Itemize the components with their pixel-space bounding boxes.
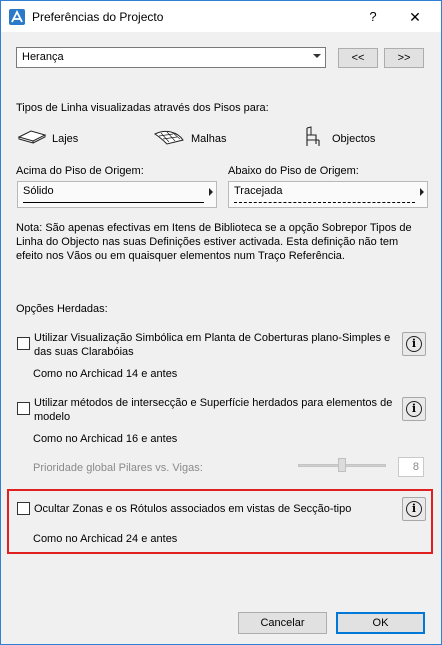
hide-zones-info-button[interactable]: i [402,497,426,521]
info-icon: i [406,401,422,417]
close-button[interactable]: ✕ [405,7,425,27]
roof-symbolic-display-checkbox[interactable] [17,337,30,350]
mesh-icon [154,130,184,145]
archicad-app-icon [9,9,25,25]
above-home-story-label: Acima do Piso de Origem: [16,165,144,177]
info-icon: i [406,336,422,352]
legacy-intersection-label: Utilizar métodos de intersecção e Superf… [34,397,393,423]
preference-category-value: Herança [22,51,64,63]
legacy-intersection-version-note: Como no Archicad 16 e antes [33,433,178,445]
cancel-button[interactable]: Cancelar [238,612,327,634]
column-beam-priority-label: Prioridade global Pilares vs. Vigas: [33,462,203,474]
chevron-down-icon [313,54,321,58]
dashed-line-sample [234,202,415,203]
inherited-options-heading: Opções Herdadas: [16,303,108,315]
hide-zones-label: Ocultar Zonas e os Rótulos associados em… [34,503,352,515]
help-button[interactable]: ? [363,7,383,27]
preferences-dialog: Preferências do Projecto ? ✕ Herança << … [0,0,442,645]
next-page-button[interactable]: >> [384,48,424,68]
solid-line-sample [23,202,204,203]
above-line-type-value: Sólido [23,185,54,197]
line-types-heading: Tipos de Linha visualizadas através dos … [16,102,269,114]
meshes-label: Malhas [191,133,227,145]
legacy-intersection-checkbox[interactable] [17,402,30,415]
roof-symbolic-info-button[interactable]: i [402,332,426,356]
legacy-intersection-info-button[interactable]: i [402,397,426,421]
below-line-type-value: Tracejada [234,185,283,197]
objects-label: Objectos [332,133,376,145]
roof-symbolic-version-note: Como no Archicad 14 e antes [33,368,178,380]
preference-category-select[interactable]: Herança [16,47,326,68]
above-line-type-popup[interactable]: Sólido [17,181,217,208]
below-line-type-popup[interactable]: Tracejada [228,181,428,208]
chevron-right-icon [420,188,424,196]
title-bar[interactable]: Preferências do Projecto ? ✕ [1,1,441,32]
ok-button[interactable]: OK [336,612,425,634]
note-text: Nota: São apenas efectivas em Itens de B… [16,222,412,262]
slab-icon [17,130,47,144]
object-chair-icon [306,126,320,146]
priority-slider-thumb[interactable] [338,458,346,472]
info-icon: i [406,501,422,517]
below-home-story-label: Abaixo do Piso de Origem: [228,165,359,177]
priority-value-field[interactable]: 8 [398,457,424,477]
dialog-body: Herança << >> Tipos de Linha visualizada… [1,32,441,644]
previous-page-button[interactable]: << [338,48,378,68]
chevron-right-icon [209,188,213,196]
hide-zones-version-note: Como no Archicad 24 e antes [33,533,178,545]
roof-symbolic-display-label: Utilizar Visualização Simbólica em Plant… [34,332,391,358]
slabs-label: Lajes [52,133,79,145]
dialog-title: Preferências do Projecto [32,10,164,24]
hide-zones-checkbox[interactable] [17,502,30,515]
